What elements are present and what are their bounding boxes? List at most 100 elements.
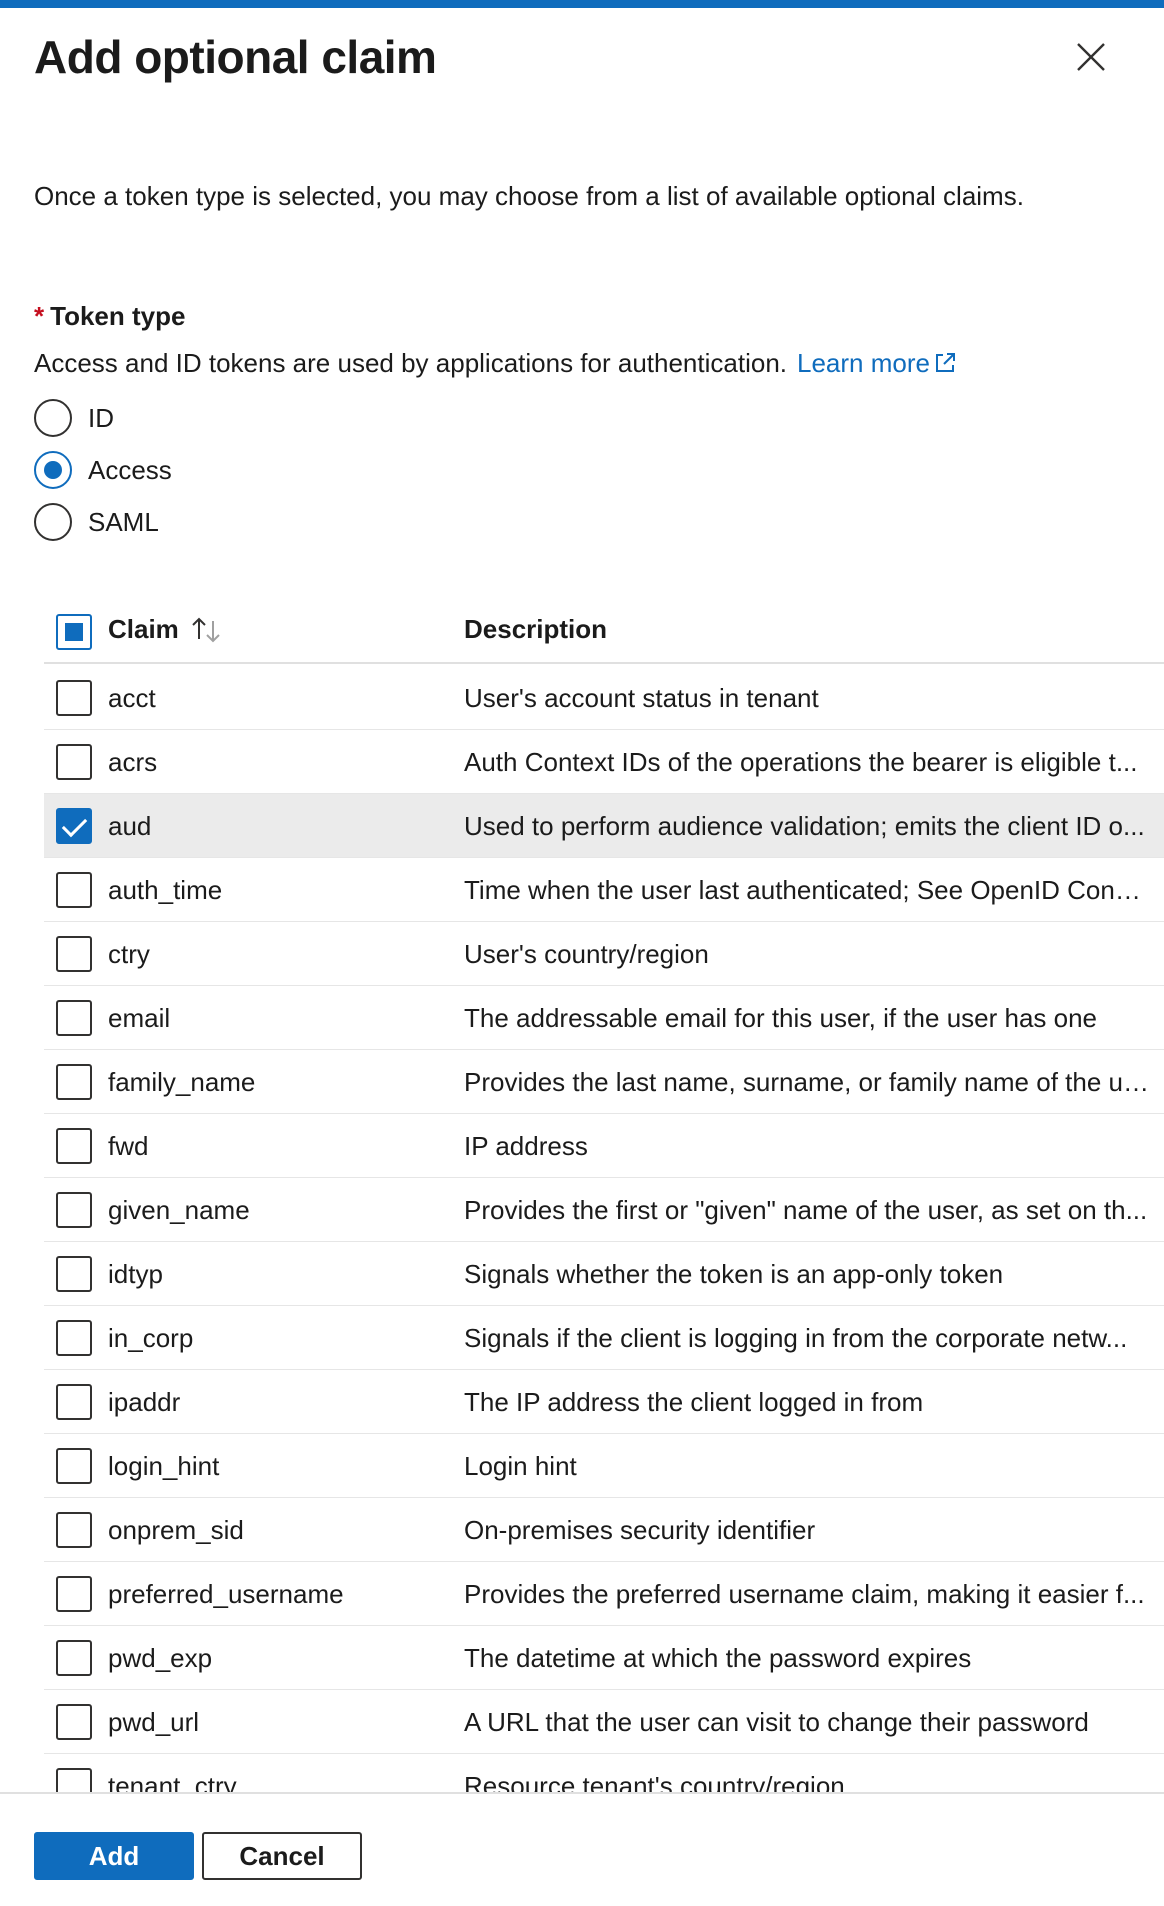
claim-description: Signals whether the token is an app-only… [464, 1259, 1004, 1289]
radio-label-id: ID [88, 402, 114, 433]
learn-more-link[interactable]: Learn more [797, 348, 958, 378]
claim-column-header[interactable]: Claim [108, 614, 223, 645]
table-row[interactable]: tenant_ctry Resource tenant's country/reg… [44, 1754, 1164, 1792]
row-checkbox[interactable] [56, 1512, 92, 1548]
table-row[interactable]: ipaddr The IP address the client logged i… [44, 1370, 1164, 1434]
claim-description: The datetime at which the password expir… [464, 1643, 972, 1673]
row-checkbox[interactable] [56, 1320, 92, 1356]
add-button[interactable]: Add [34, 1832, 194, 1880]
intro-text: Once a token type is selected, you may c… [34, 181, 1024, 211]
table-body: acct User's account status in tenant acrs A… [44, 666, 1164, 1792]
row-checkbox[interactable] [56, 936, 92, 972]
table-row[interactable]: given_name Provides the first or "given" … [44, 1178, 1164, 1242]
table-row[interactable]: preferred_username Provides the preferred… [44, 1562, 1164, 1626]
table-row[interactable]: onprem_sid On-premises security identifie… [44, 1498, 1164, 1562]
claim-description: Provides the last name, surname, or fami… [464, 1067, 1149, 1097]
claim-description: IP address [464, 1131, 588, 1161]
row-checkbox[interactable] [56, 1064, 92, 1100]
token-type-radio-access[interactable]: Access [34, 450, 172, 490]
token-type-label: * Token type [34, 301, 185, 332]
close-icon [1077, 43, 1105, 71]
token-type-radio-id[interactable]: ID [34, 398, 114, 438]
row-checkbox[interactable] [56, 1768, 92, 1792]
external-link-icon [935, 353, 955, 372]
table-row[interactable]: login_hint Login hint [44, 1434, 1164, 1498]
claim-name: onprem_sid [108, 1515, 244, 1545]
table-row[interactable]: email The addressable email for this user… [44, 986, 1164, 1050]
claim-description: Provides the first or "given" name of th… [464, 1195, 1148, 1225]
token-type-help: Access and ID tokens are used by applica… [34, 348, 958, 379]
claim-name: acct [108, 683, 156, 713]
token-type-help-text: Access and ID tokens are used by applica… [34, 348, 787, 378]
row-checkbox[interactable] [56, 1640, 92, 1676]
row-checkbox[interactable] [56, 1192, 92, 1228]
claim-name: pwd_url [108, 1707, 200, 1737]
required-marker: * [34, 301, 45, 331]
claim-name: in_corp [108, 1323, 194, 1353]
row-checkbox[interactable] [56, 680, 92, 716]
table-row[interactable]: fwd IP address [44, 1114, 1164, 1178]
description-column-header: Description [464, 614, 608, 644]
table-row[interactable]: acrs Auth Context IDs of the operations t… [44, 730, 1164, 794]
claim-column-label: Claim [108, 614, 179, 644]
table-row[interactable]: in_corp Signals if the client is logging … [44, 1306, 1164, 1370]
table-header: Claim Description [44, 600, 1164, 664]
row-checkbox[interactable] [56, 1704, 92, 1740]
close-button[interactable] [1074, 40, 1108, 74]
footer-bar: Add Cancel [0, 1792, 1164, 1906]
token-type-radio-saml[interactable]: SAML [34, 502, 159, 542]
claim-description: The addressable email for this user, if … [464, 1003, 1098, 1033]
sort-ascending-icon [192, 617, 220, 642]
table-row[interactable]: ctry User's country/region [44, 922, 1164, 986]
claim-name: given_name [108, 1195, 250, 1225]
radio-button-id[interactable] [34, 399, 72, 437]
table-row[interactable]: pwd_url A URL that the user can visit to … [44, 1690, 1164, 1754]
claim-description: A URL that the user can visit to change … [464, 1707, 1089, 1737]
select-all-checkbox[interactable] [56, 614, 92, 650]
claim-name: tenant_ctry [108, 1771, 237, 1792]
row-checkbox[interactable] [56, 1576, 92, 1612]
claim-description: Signals if the client is logging in from… [464, 1323, 1128, 1353]
claim-name: ctry [108, 939, 150, 969]
row-checkbox[interactable] [56, 872, 92, 908]
claim-description: Login hint [464, 1451, 577, 1481]
cancel-button[interactable]: Cancel [202, 1832, 362, 1880]
claim-description: On-premises security identifier [464, 1515, 816, 1545]
claim-name: preferred_username [108, 1579, 344, 1609]
row-checkbox[interactable] [56, 744, 92, 780]
row-checkbox[interactable] [56, 808, 92, 844]
table-row[interactable]: aud Used to perform audience validation; … [44, 794, 1164, 858]
table-row[interactable]: auth_time Time when the user last authent… [44, 858, 1164, 922]
radio-button-access[interactable] [34, 451, 72, 489]
claim-name: aud [108, 811, 152, 841]
table-row[interactable]: idtyp Signals whether the token is an app… [44, 1242, 1164, 1306]
radio-label-saml: SAML [88, 506, 159, 537]
claim-name: email [108, 1003, 171, 1033]
claim-name: pwd_exp [108, 1643, 213, 1673]
claim-description: Provides the preferred username claim, m… [464, 1579, 1145, 1609]
table-row[interactable]: acct User's account status in tenant [44, 666, 1164, 730]
claim-description: Resource tenant's country/region [464, 1771, 845, 1792]
claim-name: ipaddr [108, 1387, 181, 1417]
claims-table: Claim Description acct User's account sta… [44, 600, 1164, 1792]
top-accent-bar [0, 0, 1164, 8]
table-row[interactable]: pwd_exp The datetime at which the passwor… [44, 1626, 1164, 1690]
claim-description: User's country/region [464, 939, 709, 969]
token-type-label-text: Token type [50, 301, 186, 331]
claim-description: Used to perform audience validation; emi… [464, 811, 1145, 841]
learn-more-label: Learn more [797, 348, 930, 378]
claim-name: auth_time [108, 875, 223, 905]
row-checkbox[interactable] [56, 1128, 92, 1164]
radio-label-access: Access [88, 454, 172, 485]
radio-button-saml[interactable] [34, 503, 72, 541]
panel-title: Add optional claim [34, 31, 437, 83]
claim-description: Time when the user last authenticated; S… [464, 875, 1149, 905]
row-checkbox[interactable] [56, 1256, 92, 1292]
row-checkbox[interactable] [56, 1448, 92, 1484]
row-checkbox[interactable] [56, 1000, 92, 1036]
claim-name: family_name [108, 1067, 256, 1097]
claim-name: fwd [108, 1131, 149, 1161]
row-checkbox[interactable] [56, 1384, 92, 1420]
claim-name: idtyp [108, 1259, 163, 1289]
table-row[interactable]: family_name Provides the last name, surna… [44, 1050, 1164, 1114]
